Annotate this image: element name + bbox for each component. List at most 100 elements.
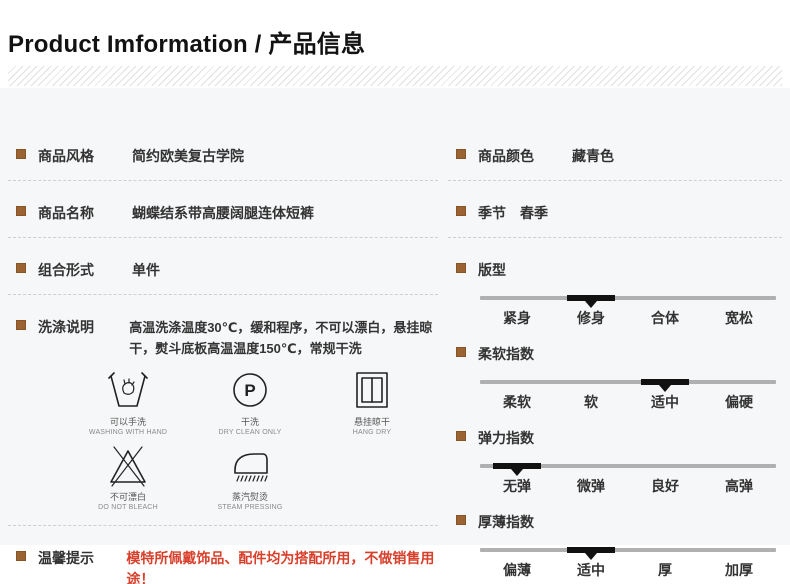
care-item: 不可漂白 DO NOT BLEACH	[67, 444, 189, 511]
row-washing-instructions: 洗涤说明 高温洗涤温度30℃，缓和程序，不可以漂白，悬挂晾干，熨斗底板高温温度1…	[8, 295, 438, 526]
attr-value: 春季	[520, 205, 548, 221]
care-label-en: DO NOT BLEACH	[98, 504, 158, 511]
bullet-icon	[16, 149, 26, 159]
scale-indicator: 偏薄 适中 厚 加厚	[480, 547, 776, 580]
marker-triangle-icon	[659, 385, 671, 392]
scale-option: 修身	[577, 310, 605, 326]
care-item: 可以手洗 WASHING WITH HAND	[67, 369, 189, 436]
scale-label-row: 柔软指数	[448, 344, 782, 364]
scale-fit-type: 版型 紧身 修身 合体 宽松	[448, 260, 782, 328]
do-not-bleach-icon	[110, 446, 146, 487]
scale-option: 柔软	[503, 394, 531, 410]
bullet-icon	[16, 551, 26, 561]
hang-dry-icon	[356, 372, 388, 408]
warning-text: 模特所佩戴饰品、配件均为搭配所用，不做销售用途！	[126, 550, 435, 584]
scale-track	[480, 547, 776, 560]
marker-triangle-icon	[585, 553, 597, 560]
row-product-style: 商品风格 简约欧美复古学院	[8, 88, 438, 181]
care-label-zh: 不可漂白	[109, 492, 146, 502]
scale-marker	[641, 379, 689, 392]
care-item: 蒸汽熨烫 STEAM PRESSING	[189, 444, 311, 511]
scale-option: 微弹	[577, 478, 605, 494]
scale-options: 柔软 软 适中 偏硬	[480, 392, 776, 412]
row-product-color: 商品颜色 藏青色	[448, 88, 782, 181]
scale-track	[480, 379, 776, 392]
scale-elasticity: 弹力指数 无弹 微弹 良好 高弹	[448, 428, 782, 496]
dry-clean-icon: P	[233, 373, 267, 407]
attr-label: 商品颜色	[478, 148, 534, 164]
attr-label: 柔软指数	[478, 346, 534, 362]
scale-option: 厚	[658, 562, 672, 578]
scale-marker	[493, 463, 541, 476]
attr-value: 简约欧美复古学院	[132, 148, 244, 164]
svg-text:P: P	[244, 381, 255, 400]
bullet-icon	[456, 431, 466, 441]
attr-label: 弹力指数	[478, 430, 534, 446]
scale-option: 软	[584, 394, 598, 410]
bullet-icon	[456, 263, 466, 273]
care-label-zh: 干洗	[240, 417, 259, 427]
scale-option: 适中	[577, 562, 605, 578]
marker-triangle-icon	[511, 469, 523, 476]
scale-option: 偏硬	[725, 394, 753, 410]
care-label-en: DRY CLEAN ONLY	[218, 429, 282, 436]
scale-track	[480, 295, 776, 308]
scale-label-row: 厚薄指数	[448, 512, 782, 532]
scale-option: 良好	[651, 478, 679, 494]
attr-label: 温馨提示	[38, 550, 94, 566]
attr-value: 单件	[132, 262, 160, 278]
scale-indicator: 柔软 软 适中 偏硬	[480, 379, 776, 412]
page-header: Product Imformation / 产品信息	[0, 0, 790, 86]
row-season: 季节 春季	[448, 181, 782, 238]
attr-label: 厚薄指数	[478, 514, 534, 530]
scale-indicator: 紧身 修身 合体 宽松	[480, 295, 776, 328]
decorative-stripes	[8, 66, 782, 86]
care-label-zh: 蒸汽熨烫	[231, 492, 268, 502]
washing-text-row: 洗涤说明 高温洗涤温度30℃，缓和程序，不可以漂白，悬挂晾干，熨斗底板高温温度1…	[8, 295, 438, 359]
right-column: 商品颜色 藏青色 季节 春季 版型 紧身 修身 合体 宽松 柔软指数 柔软 软 …	[448, 88, 782, 580]
scale-options: 无弹 微弹 良好 高弹	[480, 476, 776, 496]
attr-label: 洗涤说明	[38, 319, 94, 335]
scale-option: 合体	[651, 310, 679, 326]
attr-label: 季节	[478, 205, 506, 221]
steam-press-icon	[234, 453, 268, 482]
bullet-icon	[16, 263, 26, 273]
bullet-icon	[456, 515, 466, 525]
care-icons-grid: 可以手洗 WASHING WITH HAND P 干洗 DRY CLEAN ON…	[67, 369, 438, 511]
row-combination-type: 组合形式 单件	[8, 238, 438, 295]
attr-value: 蝴蝶结系带高腰阔腿连体短裤	[132, 205, 314, 221]
scale-option: 偏薄	[503, 562, 531, 578]
content-panel: 商品风格 简约欧美复古学院 商品名称 蝴蝶结系带高腰阔腿连体短裤 组合形式 单件…	[0, 88, 790, 584]
scale-option: 适中	[651, 394, 679, 410]
bullet-icon	[456, 347, 466, 357]
scale-indicator: 无弹 微弹 良好 高弹	[480, 463, 776, 496]
attr-value: 藏青色	[572, 148, 614, 164]
care-label-zh: 悬挂晾干	[353, 417, 390, 427]
care-label-en: HANG DRY	[352, 429, 392, 436]
bullet-icon	[456, 149, 466, 159]
row-warm-tips: 温馨提示 模特所佩戴饰品、配件均为搭配所用，不做销售用途！	[8, 526, 438, 584]
care-item: 悬挂晾干 HANG DRY	[311, 369, 433, 436]
scale-label-row: 版型	[448, 260, 782, 280]
care-label-en: STEAM PRESSING	[217, 504, 283, 511]
scale-options: 偏薄 适中 厚 加厚	[480, 560, 776, 580]
scale-option: 加厚	[725, 562, 753, 578]
page-title: Product Imformation / 产品信息	[8, 31, 366, 58]
marker-triangle-icon	[585, 301, 597, 308]
scale-thickness: 厚薄指数 偏薄 适中 厚 加厚	[448, 512, 782, 580]
scale-track	[480, 463, 776, 476]
care-label-en: WASHING WITH HAND	[88, 429, 168, 436]
scale-softness: 柔软指数 柔软 软 适中 偏硬	[448, 344, 782, 412]
care-item: P 干洗 DRY CLEAN ONLY	[189, 369, 311, 436]
attr-label: 商品名称	[38, 205, 94, 221]
attr-label: 版型	[478, 262, 506, 278]
attr-label: 商品风格	[38, 148, 94, 164]
scale-option: 无弹	[503, 478, 531, 494]
scale-options: 紧身 修身 合体 宽松	[480, 308, 776, 328]
row-product-name: 商品名称 蝴蝶结系带高腰阔腿连体短裤	[8, 181, 438, 238]
bullet-icon	[16, 206, 26, 216]
attr-value: 高温洗涤温度30℃，缓和程序，不可以漂白，悬挂晾干，熨斗底板高温温度150℃，常…	[129, 320, 433, 356]
left-column: 商品风格 简约欧美复古学院 商品名称 蝴蝶结系带高腰阔腿连体短裤 组合形式 单件…	[8, 88, 438, 584]
scale-option: 高弹	[725, 478, 753, 494]
scale-option: 紧身	[503, 310, 531, 326]
